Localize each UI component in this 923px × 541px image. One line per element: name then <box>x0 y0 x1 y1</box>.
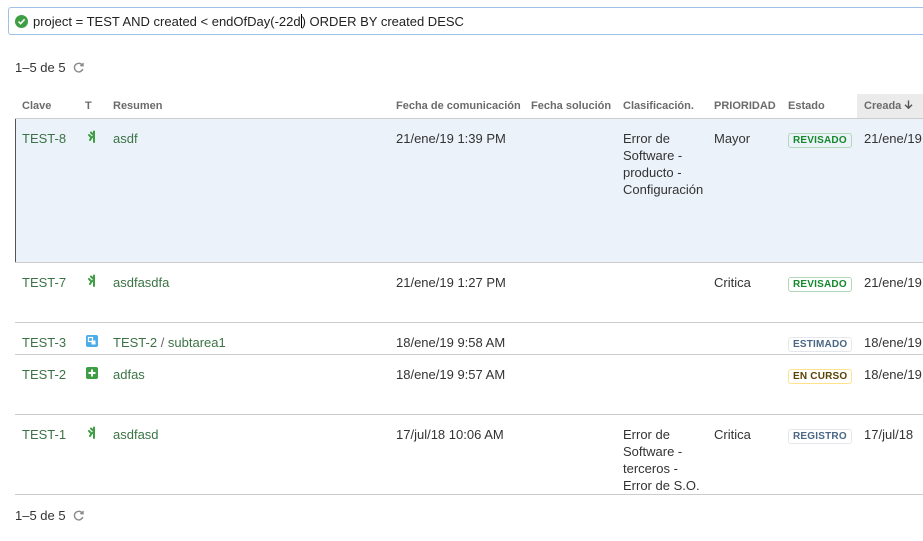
created-date: 21/ene/19 <box>864 131 922 146</box>
issue-summary-link[interactable]: adfas <box>113 367 145 382</box>
priority: Critica <box>714 427 751 442</box>
column-header-comm-date[interactable]: Fecha de comunicación <box>389 94 524 119</box>
issue-key-link[interactable]: TEST-2 <box>22 367 66 382</box>
incident-icon <box>85 130 99 144</box>
status-badge: REGISTRO <box>788 429 852 444</box>
issue-key-link[interactable]: TEST-7 <box>22 275 66 290</box>
classification-line: producto - <box>623 165 682 180</box>
column-header-status[interactable]: Estado <box>781 94 857 119</box>
column-header-priority[interactable]: PRIORIDAD <box>707 94 781 119</box>
status-badge: EN CURSO <box>788 369 853 384</box>
refresh-icon[interactable] <box>72 509 85 522</box>
column-header-summary[interactable]: Resumen <box>106 94 389 119</box>
column-header-created[interactable]: Creada <box>857 94 923 119</box>
table-row[interactable]: TEST-8 asdf 21/ene/19 1:39 PM Error de So… <box>15 118 923 263</box>
table-row[interactable]: TEST-7 asdfasdfa 21/ene/19 1:27 PM Criti… <box>15 262 923 323</box>
table-header-row: Clave T Resumen Fecha de comunicación Fe… <box>15 94 923 119</box>
priority: Critica <box>714 275 751 290</box>
issue-key-link[interactable]: TEST-1 <box>22 427 66 442</box>
comm-date: 21/ene/19 1:27 PM <box>396 275 506 290</box>
created-date: 18/ene/19 <box>864 367 922 382</box>
table-row[interactable]: TEST-2 adfas 18/ene/19 9:57 AM EN CURSO … <box>15 354 923 415</box>
column-header-key[interactable]: Clave <box>15 94 78 119</box>
refresh-icon[interactable] <box>72 61 85 74</box>
results-count: 1–5 de 5 <box>15 60 66 75</box>
results-pager-top: 1–5 de 5 <box>15 60 85 75</box>
classification-line: Software - <box>623 148 683 163</box>
results-count: 1–5 de 5 <box>15 508 66 523</box>
table-row[interactable]: TEST-3 TEST-2 / subtarea1 18/ene/19 9:58… <box>15 322 923 355</box>
issue-summary-link[interactable]: asdfasd <box>113 427 159 442</box>
jql-query-text: project = TEST AND created < endOfDay(-2… <box>33 13 464 29</box>
classification-line: Software - <box>623 444 683 459</box>
classification-line: Error de <box>623 131 670 146</box>
issue-table: Clave T Resumen Fecha de comunicación Fe… <box>15 94 923 495</box>
subtask-icon <box>85 334 99 348</box>
classification-line: terceros - <box>623 461 678 476</box>
issue-summary-link[interactable]: asdfasdfa <box>113 275 169 290</box>
issue-summary-link[interactable]: subtarea1 <box>168 335 226 350</box>
column-header-classification[interactable]: Clasificación. <box>616 94 707 119</box>
check-circle-icon <box>15 14 28 28</box>
priority: Mayor <box>714 131 751 146</box>
status-badge: ESTIMADO <box>788 337 853 352</box>
new-feature-icon <box>85 366 99 380</box>
classification-line: Error de S.O. <box>623 478 700 493</box>
created-date: 18/ene/19 <box>864 335 922 350</box>
sort-descending-icon <box>904 100 913 112</box>
results-pager-bottom: 1–5 de 5 <box>15 508 85 523</box>
status-badge: REVISADO <box>788 133 852 148</box>
status-badge: REVISADO <box>788 277 852 292</box>
jql-query-input[interactable]: project = TEST AND created < endOfDay(-2… <box>8 7 923 35</box>
table-row[interactable]: TEST-1 asdfasd 17/jul/18 10:06 AM Error … <box>15 414 923 495</box>
incident-icon <box>85 274 99 288</box>
column-header-created-label: Creada <box>864 100 902 112</box>
comm-date: 17/jul/18 10:06 AM <box>396 427 504 442</box>
issue-summary-link[interactable]: asdf <box>113 131 138 146</box>
comm-date: 21/ene/19 1:39 PM <box>396 131 506 146</box>
column-header-type[interactable]: T <box>78 94 106 119</box>
parent-issue-link[interactable]: TEST-2 <box>113 335 157 350</box>
created-date: 21/ene/19 <box>864 275 922 290</box>
classification: Error de Software - producto - Configuració… <box>616 118 707 263</box>
comm-date: 18/ene/19 9:57 AM <box>396 367 506 382</box>
created-date: 17/jul/18 <box>864 427 914 442</box>
summary-separator: / <box>157 335 168 350</box>
issue-key-link[interactable]: TEST-3 <box>22 335 66 350</box>
issue-key-link[interactable]: TEST-8 <box>22 131 66 146</box>
classification: Error de Software - terceros - Error de S.O… <box>616 414 707 495</box>
incident-icon <box>85 426 99 440</box>
classification-line: Error de <box>623 427 670 442</box>
comm-date: 18/ene/19 9:58 AM <box>396 335 506 350</box>
classification-line: Configuración <box>623 182 704 197</box>
column-header-solution-date[interactable]: Fecha solución <box>524 94 616 119</box>
